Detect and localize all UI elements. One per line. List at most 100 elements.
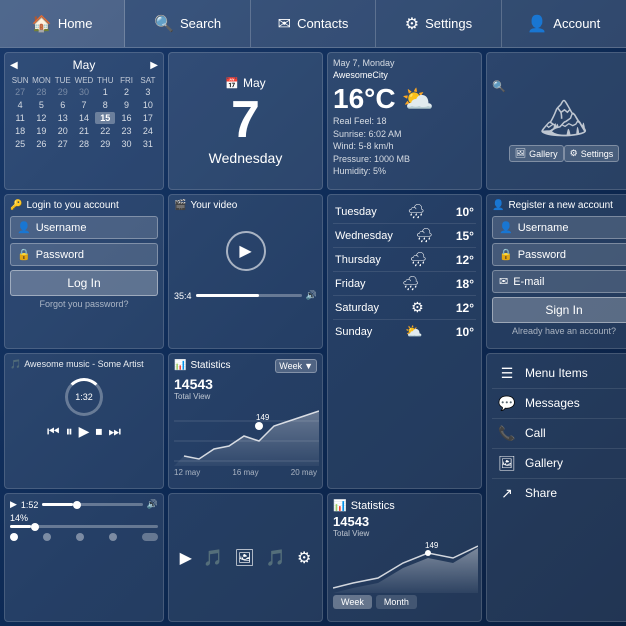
table-row[interactable]: 8 [95,99,115,111]
play-icon-small[interactable]: ▶ [10,499,17,510]
login-button[interactable]: Log In [10,270,158,296]
password-field[interactable]: 🔒 Password [10,243,158,266]
table-row[interactable]: 31 [138,138,158,150]
calendar-prev[interactable]: ◀ [10,60,18,71]
photo-image: 🏔 [540,97,588,141]
chart-label-3: 20 may [291,468,317,477]
main-slider-bar[interactable] [10,525,158,528]
stats2-tab-row: Week Month [333,595,476,609]
table-row[interactable]: 25 [10,138,30,150]
menu-item-call[interactable]: 📞 Call [492,419,626,449]
main-slider-thumb[interactable] [31,523,39,531]
table-row[interactable]: 3 [138,86,158,98]
day-mon: MON [31,76,51,85]
playback-progress-bar[interactable] [42,503,142,506]
table-row[interactable]: 9 [116,99,136,111]
table-row[interactable]: 26 [31,138,51,150]
table-row[interactable]: 2 [116,86,136,98]
table-row[interactable]: 28 [74,138,94,150]
dot-2[interactable] [43,533,51,541]
table-row[interactable]: 13 [53,112,73,124]
video-play-button[interactable]: ▶ [226,231,266,271]
table-row[interactable]: 27 [53,138,73,150]
username-field[interactable]: 👤 Username [10,216,158,239]
forecast-icon-3: 🌧 [409,251,427,268]
weather-date: May 7, Monday [333,58,476,68]
nav-contacts[interactable]: ✉ Contacts [251,0,376,47]
table-row[interactable]: 24 [138,125,158,137]
stats2-week-tab[interactable]: Week [333,595,372,609]
dot-1[interactable] [10,533,18,541]
register-icon: 👤 [492,200,504,211]
music-panel: 🎵 Awesome music - Some Artist 1:32 ⏮ ⏸ ▶… [4,353,164,490]
menu-item-menu[interactable]: ☰ Menu Items [492,359,626,389]
table-row[interactable]: 6 [53,99,73,111]
stats2-title: Statistics [351,500,395,512]
calendar-next[interactable]: ▶ [150,60,158,71]
music-prev-button[interactable]: ⏮ [47,423,60,440]
dot-4[interactable] [109,533,117,541]
day-wed: WED [74,76,94,85]
table-row[interactable]: 14 [74,112,94,124]
media-note-icon[interactable]: 🎵 [266,548,286,568]
photo-search-icon[interactable]: 🔍 [492,80,506,93]
big-date-panel: 📅 May 7 Wednesday [168,52,323,190]
register-signin-button[interactable]: Sign In [492,297,626,323]
nav-home[interactable]: 🏠 Home [0,0,125,47]
table-row[interactable]: 27 [10,86,30,98]
weather-temperature: 16°C [333,83,396,115]
table-row[interactable]: 18 [10,125,30,137]
gallery-button[interactable]: 🖼 Gallery [509,145,564,162]
stats2-month-tab[interactable]: Month [376,595,417,609]
photo-settings-button[interactable]: ⚙ Settings [564,145,620,162]
register-email-field[interactable]: ✉ E-mail [492,270,626,293]
table-row[interactable]: 29 [95,138,115,150]
calendar-today[interactable]: 15 [95,112,115,124]
table-row[interactable]: 12 [31,112,51,124]
already-account-link[interactable]: Already have an account? [492,326,626,336]
music-pause-button[interactable]: ⏸ [66,423,73,440]
table-row[interactable]: 23 [116,125,136,137]
media-image-icon[interactable]: 🖼 [234,548,254,568]
media-icons-row: ▶ 🎵 🖼 🎵 ⚙ [174,548,317,568]
register-username-field[interactable]: 👤 Username [492,216,626,239]
table-row[interactable]: 30 [116,138,136,150]
forecast-day-2: Wednesday [335,230,393,242]
table-row[interactable]: 11 [10,112,30,124]
dot-wide[interactable] [142,533,158,541]
music-next-button[interactable]: ⏭ [108,423,121,440]
dot-3[interactable] [76,533,84,541]
table-row[interactable]: 17 [138,112,158,124]
music-stop-button[interactable]: ⏹ [95,423,102,440]
table-row[interactable]: 30 [74,86,94,98]
table-row[interactable]: 21 [74,125,94,137]
photo-panel: 🔍 🏔 🖼 Gallery ⚙ Settings [486,52,626,190]
table-row[interactable]: 1 [95,86,115,98]
table-row[interactable]: 4 [10,99,30,111]
table-row[interactable]: 7 [74,99,94,111]
table-row[interactable]: 29 [53,86,73,98]
table-row[interactable]: 20 [53,125,73,137]
menu-item-messages[interactable]: 💬 Messages [492,389,626,419]
media-gear-icon[interactable]: ⚙ [297,548,311,568]
forgot-password-link[interactable]: Forgot you password? [10,299,158,309]
media-play-icon[interactable]: ▶ [180,548,192,568]
table-row[interactable]: 19 [31,125,51,137]
nav-search[interactable]: 🔍 Search [125,0,250,47]
music-play-button[interactable]: ▶ [79,423,90,440]
playback-thumb[interactable] [73,501,81,509]
media-music-icon[interactable]: 🎵 [203,548,223,568]
table-row[interactable]: 5 [31,99,51,111]
nav-account[interactable]: 👤 Account [502,0,626,47]
stats-filter-dropdown[interactable]: Week ▼ [275,359,317,373]
table-row[interactable]: 16 [116,112,136,124]
table-row[interactable]: 28 [31,86,51,98]
forecast-temp-3: 12° [456,253,474,267]
menu-item-share[interactable]: ↗ Share [492,479,626,508]
video-progress-bar[interactable] [196,294,302,297]
table-row[interactable]: 10 [138,99,158,111]
nav-settings[interactable]: ⚙ Settings [376,0,501,47]
register-password-field[interactable]: 🔒 Password [492,243,626,266]
table-row[interactable]: 22 [95,125,115,137]
menu-item-gallery[interactable]: 🖼 Gallery [492,449,626,479]
